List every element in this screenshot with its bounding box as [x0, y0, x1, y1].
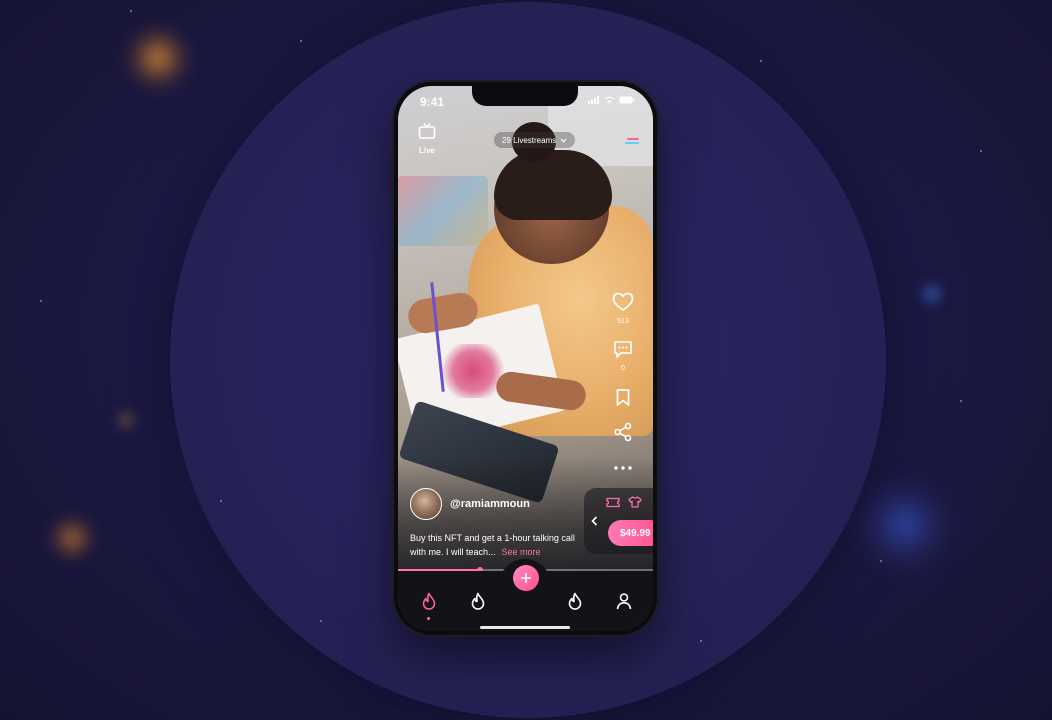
star [300, 40, 302, 42]
add-button[interactable] [513, 565, 539, 591]
star [960, 400, 962, 402]
battery-icon [619, 96, 635, 104]
caption-text: Buy this NFT and get a 1-hour talking ca… [410, 533, 575, 557]
username[interactable]: @ramiammoun [450, 498, 530, 510]
profile-icon [616, 593, 632, 610]
star [760, 60, 762, 62]
background-glow [850, 470, 960, 580]
post-caption: Buy this NFT and get a 1-hour talking ca… [410, 531, 580, 559]
star [880, 560, 882, 562]
star [980, 150, 982, 152]
shirt-icon[interactable] [628, 496, 642, 508]
buy-price-button[interactable]: $49.99 [608, 520, 653, 546]
shop-tray[interactable]: $49.99 [584, 488, 653, 554]
comment-icon [614, 341, 632, 358]
more-button[interactable] [609, 458, 637, 476]
signal-icon [588, 96, 599, 104]
plus-icon [521, 573, 531, 583]
tab-profile[interactable] [612, 589, 636, 613]
more-icon [614, 466, 632, 470]
tab-trending[interactable] [466, 589, 490, 613]
ticket-icon[interactable] [606, 497, 620, 508]
flame-icon [471, 592, 485, 610]
status-icons [588, 96, 635, 104]
comments-count: 0 [621, 365, 625, 372]
phone-screen: 9:41 Live 29 Livestreams 513 0 @ramiammo… [398, 86, 653, 631]
livestreams-dropdown[interactable]: 29 Livestreams [494, 132, 576, 148]
star [700, 640, 702, 642]
tab-explore[interactable] [563, 589, 587, 613]
star [320, 620, 322, 622]
star [40, 300, 42, 302]
tv-icon [418, 122, 436, 139]
share-button[interactable] [609, 422, 637, 447]
active-tab-indicator [427, 617, 430, 620]
bookmark-icon [616, 389, 630, 406]
like-button[interactable]: 513 [609, 292, 637, 325]
comment-button[interactable]: 0 [609, 340, 637, 372]
see-more-link[interactable]: See more [502, 547, 541, 557]
wifi-icon [604, 96, 615, 104]
star [130, 10, 132, 12]
live-label: Live [418, 146, 435, 155]
flame-icon [568, 592, 582, 610]
menu-icon [625, 138, 639, 144]
flame-icon [422, 592, 436, 610]
home-indicator [480, 626, 570, 629]
chevron-left-icon[interactable] [591, 516, 598, 526]
creator-info[interactable]: @ramiammoun [410, 488, 530, 520]
bottom-tab-bar [398, 559, 653, 631]
background-glow [46, 512, 98, 564]
live-button[interactable]: Live [414, 122, 440, 155]
status-time: 9:41 [420, 95, 445, 109]
avatar[interactable] [410, 488, 442, 520]
likes-count: 513 [617, 318, 629, 325]
background-glow [122, 22, 194, 94]
star [220, 500, 222, 502]
background-glow [920, 282, 944, 306]
tab-home[interactable] [417, 589, 441, 620]
phone-frame: 9:41 Live 29 Livestreams 513 0 @ramiammo… [394, 82, 657, 635]
share-icon [614, 422, 632, 442]
chevron-down-icon [560, 138, 567, 143]
livestreams-label: 29 Livestreams [502, 135, 557, 145]
menu-button[interactable] [625, 134, 639, 152]
heart-icon [612, 292, 634, 312]
notch [472, 86, 578, 106]
bookmark-button[interactable] [609, 388, 637, 412]
background-glow [116, 410, 136, 430]
